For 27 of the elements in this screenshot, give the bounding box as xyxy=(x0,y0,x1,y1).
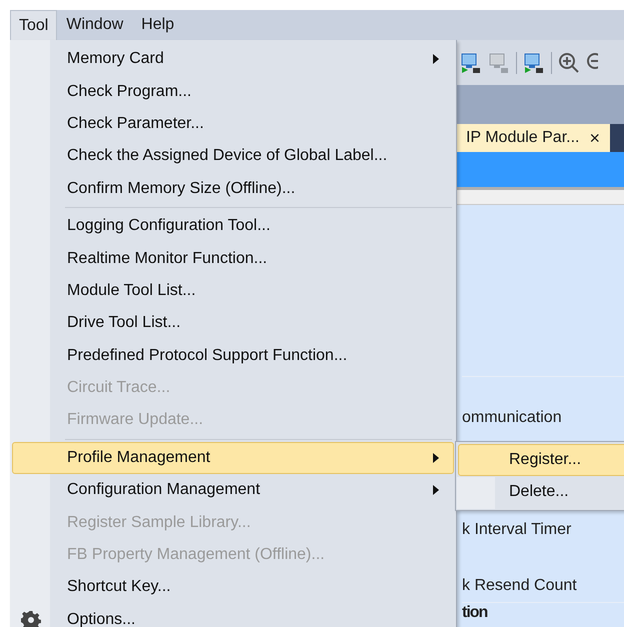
menu-item[interactable]: Configuration Management xyxy=(12,474,454,506)
menu-bar-item[interactable]: Help xyxy=(132,10,184,40)
close-icon[interactable]: × xyxy=(589,129,600,147)
monitor-icon[interactable] xyxy=(460,52,482,74)
setting-label: k Resend Count xyxy=(462,576,577,596)
menu-item[interactable]: Drive Tool List... xyxy=(12,307,454,340)
menu-item[interactable]: Logging Configuration Tool... xyxy=(12,210,454,242)
monitor-icon[interactable] xyxy=(523,52,545,74)
setting-label: tion xyxy=(462,603,488,623)
submenu-item[interactable]: Register... xyxy=(458,444,624,476)
submenu-item[interactable]: Delete... xyxy=(458,476,624,508)
menu-item[interactable]: Module Tool List... xyxy=(12,274,454,308)
menu-item[interactable]: Realtime Monitor Function... xyxy=(12,242,454,275)
setting-label: k Interval Timer xyxy=(462,520,572,540)
menu-item[interactable]: Predefined Protocol Support Function... xyxy=(12,340,454,372)
tab-label: IP Module Par... xyxy=(466,128,580,148)
menu-item[interactable]: Memory Card xyxy=(12,43,454,76)
menu-item[interactable]: Confirm Memory Size (Offline)... xyxy=(12,172,454,205)
menu-item[interactable]: Options... xyxy=(12,604,454,627)
menu-item[interactable]: Shortcut Key... xyxy=(12,571,454,604)
menu-bar-item[interactable]: Window xyxy=(57,10,132,40)
gear-icon xyxy=(21,610,41,627)
setting-label: ommunication xyxy=(462,408,562,428)
zoom-in-icon[interactable] xyxy=(558,52,580,74)
menu-bar-item[interactable]: Tool xyxy=(10,10,58,40)
menu-item[interactable]: Check Program... xyxy=(12,75,454,108)
menu-item[interactable]: Profile Management xyxy=(12,442,454,474)
